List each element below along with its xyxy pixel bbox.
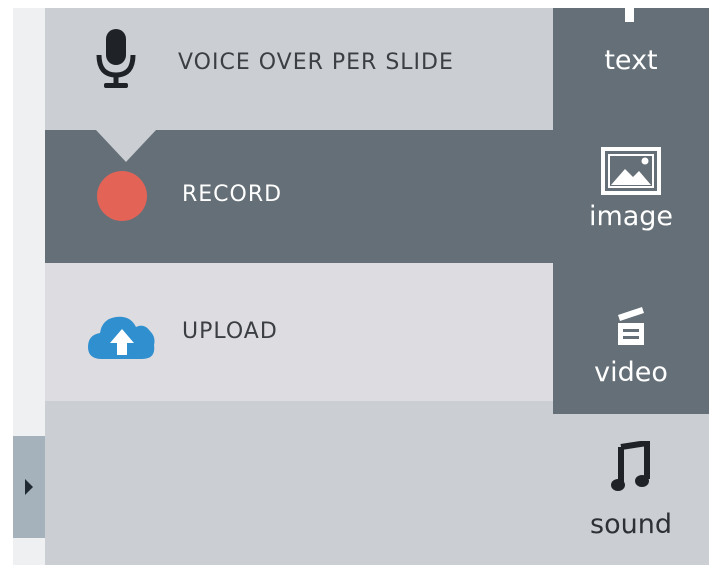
image-label: image (588, 200, 674, 232)
cloud-upload-icon (86, 311, 158, 365)
music-note-icon (611, 441, 650, 491)
toolbar-sound-button[interactable]: sound (553, 414, 709, 565)
toolbar-text-button[interactable]: text (553, 0, 709, 88)
toolbar-video-button[interactable]: video (553, 288, 709, 402)
audio-editor: VOICE OVER PER SLIDE RECORD UPLOAD text … (0, 0, 709, 565)
voice-over-label: VOICE OVER PER SLIDE (178, 50, 454, 75)
video-icon (618, 306, 644, 345)
record-dot-icon (97, 171, 147, 221)
sound-label: sound (590, 509, 672, 540)
expand-panel-handle[interactable] (13, 436, 45, 538)
upload-label: UPLOAD (182, 319, 278, 344)
caret-right-icon (25, 479, 33, 495)
toolbar-image-button[interactable]: image (553, 128, 709, 248)
video-label: video (594, 356, 668, 388)
image-icon (601, 146, 661, 195)
selection-pointer (96, 130, 156, 162)
microphone-icon (94, 27, 138, 97)
text-label: text (604, 44, 658, 76)
record-label: RECORD (182, 182, 283, 207)
